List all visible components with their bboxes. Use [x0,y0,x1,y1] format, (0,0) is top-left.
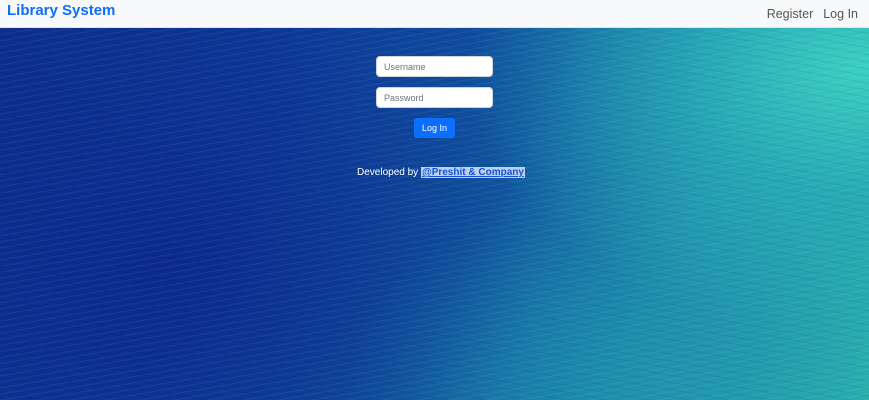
navbar: Library System Register Log In [0,0,869,28]
brand-link[interactable]: Library System [7,2,115,19]
credit-link[interactable]: @Preshit & Company [420,167,525,178]
developer-credit: Developed by @Preshit & Company [357,167,525,178]
login-form [376,56,493,108]
login-button[interactable]: Log In [414,118,455,138]
username-input[interactable] [376,56,493,77]
login-link[interactable]: Log In [823,7,858,21]
credit-prefix: Developed by [357,167,419,178]
nav-links: Register Log In [767,7,858,21]
register-link[interactable]: Register [767,7,814,21]
password-input[interactable] [376,87,493,108]
